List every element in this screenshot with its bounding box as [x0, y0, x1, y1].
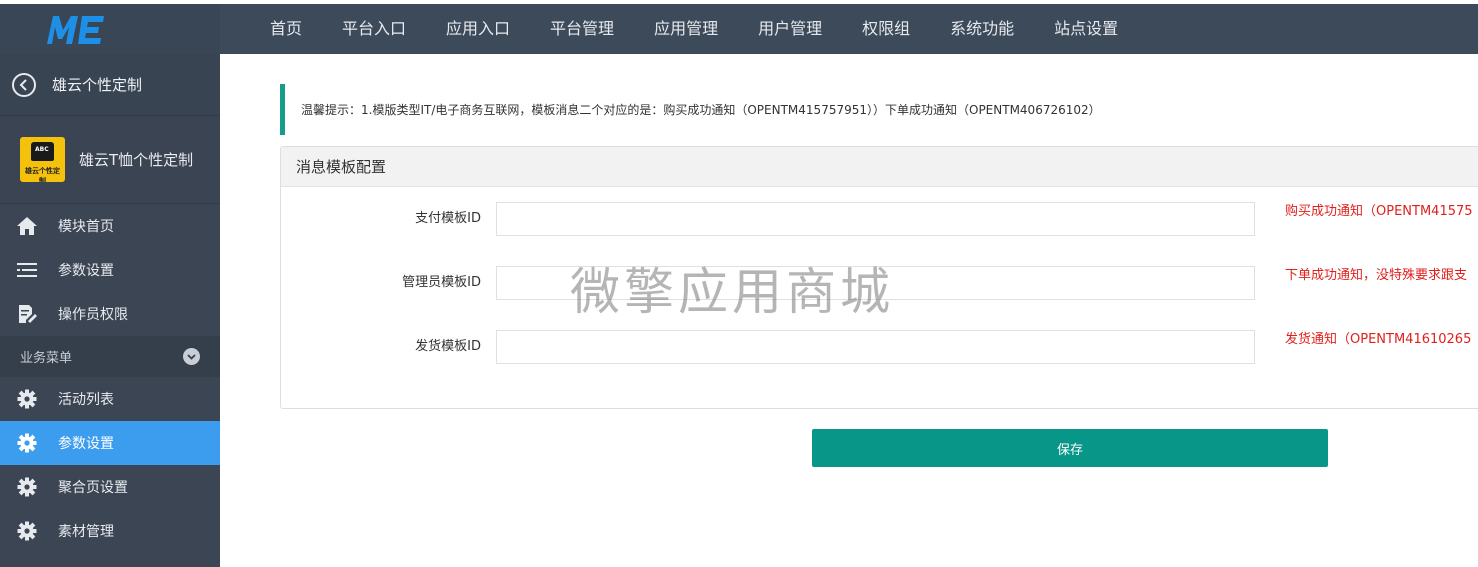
sidebar-item-label: 素材管理: [58, 524, 114, 540]
topnav-item-app-entry[interactable]: 应用入口: [426, 4, 530, 54]
chevron-down-icon[interactable]: [183, 348, 200, 365]
sidebar-item-label: 模块首页: [58, 219, 114, 235]
sidebar-item-module-home[interactable]: 模块首页: [0, 204, 220, 248]
topnav-item-user-manage[interactable]: 用户管理: [738, 4, 842, 54]
brand-logo[interactable]: [0, 4, 220, 54]
sidebar-item-params[interactable]: 参数设置: [0, 248, 220, 292]
message-template-panel: 消息模板配置 支付模板ID 购买成功通知（OPENTM41575 管理员模板ID…: [280, 146, 1478, 409]
sidebar-item-label: 参数设置: [58, 436, 114, 452]
shipping-template-label: 发货模板ID: [415, 339, 481, 354]
document-edit-icon: [16, 303, 38, 325]
brand-logo-icon: [47, 16, 104, 44]
sidebar-item-material-manage[interactable]: 素材管理: [0, 509, 220, 553]
gear-icon: [16, 388, 38, 410]
sidebar-back-row[interactable]: 雄云个性定制: [0, 54, 220, 116]
sidebar-item-operator-permission[interactable]: 操作员权限: [0, 292, 220, 336]
topnav-item-platform-entry[interactable]: 平台入口: [322, 4, 426, 54]
topnav-item-site-settings[interactable]: 站点设置: [1034, 4, 1138, 54]
gear-icon: [16, 432, 38, 454]
sidebar-group-title: 业务菜单: [20, 351, 73, 366]
tip-notice: 温馨提示：1.模版类型IT/电子商务互联网，模板消息二个对应的是：购买成功通知（…: [280, 84, 1478, 135]
sidebar-item-activity-list[interactable]: 活动列表: [0, 377, 220, 421]
form-row-shipping-template: 发货模板ID 发货通知（OPENTM41610265: [281, 330, 1478, 364]
sidebar-item-label: 参数设置: [58, 263, 114, 279]
sidebar-item-label: 聚合页设置: [58, 480, 128, 496]
topnav-item-home[interactable]: 首页: [250, 4, 322, 54]
app-thumb-text: ABC: [35, 146, 49, 153]
topnav-item-app-manage[interactable]: 应用管理: [634, 4, 738, 54]
sidebar-group-business-menu[interactable]: 业务菜单: [0, 336, 220, 377]
back-arrow-icon[interactable]: [12, 72, 36, 97]
payment-template-input[interactable]: [496, 202, 1255, 236]
form-row-admin-template: 管理员模板ID 下单成功通知，没特殊要求跟支: [281, 266, 1478, 300]
shipping-template-input[interactable]: [496, 330, 1255, 364]
form-row-payment-template: 支付模板ID 购买成功通知（OPENTM41575: [281, 202, 1478, 236]
topnav-item-system-functions[interactable]: 系统功能: [930, 4, 1034, 54]
topnav-item-platform-manage[interactable]: 平台管理: [530, 4, 634, 54]
top-navbar: 首页 平台入口 应用入口 平台管理 应用管理 用户管理 权限组 系统功能 站点设…: [0, 4, 1478, 54]
top-nav-menu: 首页 平台入口 应用入口 平台管理 应用管理 用户管理 权限组 系统功能 站点设…: [250, 4, 1138, 54]
sidebar-item-label: 活动列表: [58, 392, 114, 408]
sidebar-item-aggregate-page[interactable]: 聚合页设置: [0, 465, 220, 509]
gear-icon: [16, 476, 38, 498]
payment-template-label: 支付模板ID: [415, 211, 481, 226]
admin-template-label: 管理员模板ID: [402, 275, 481, 290]
gear-icon: [16, 520, 38, 542]
app-thumbnail: ABC 雄云个性定制: [20, 137, 65, 182]
app-thumb-caption: 雄云个性定制: [25, 167, 60, 182]
home-icon: [16, 215, 38, 237]
list-settings-icon: [16, 259, 38, 281]
admin-template-input[interactable]: [496, 266, 1255, 300]
tip-text: 温馨提示：1.模版类型IT/电子商务互联网，模板消息二个对应的是：购买成功通知（…: [301, 103, 1101, 117]
sidebar-item-params-active[interactable]: 参数设置: [0, 421, 220, 465]
topnav-item-permission-group[interactable]: 权限组: [842, 4, 930, 54]
shipping-template-hint: 发货通知（OPENTM41610265: [1285, 332, 1472, 347]
save-button[interactable]: 保存: [812, 429, 1328, 467]
sidebar: 雄云个性定制 ABC 雄云个性定制 雄云T恤个性定制 模块首页 参数设置 操作员…: [0, 54, 220, 567]
panel-title: 消息模板配置: [281, 147, 1478, 187]
sidebar-back-title: 雄云个性定制: [52, 76, 143, 94]
app-name: 雄云T恤个性定制: [79, 151, 194, 169]
sidebar-item-label: 操作员权限: [58, 307, 128, 323]
admin-template-hint: 下单成功通知，没特殊要求跟支: [1285, 268, 1468, 283]
sidebar-app-info: ABC 雄云个性定制 雄云T恤个性定制: [0, 116, 220, 204]
payment-template-hint: 购买成功通知（OPENTM41575: [1285, 204, 1473, 219]
